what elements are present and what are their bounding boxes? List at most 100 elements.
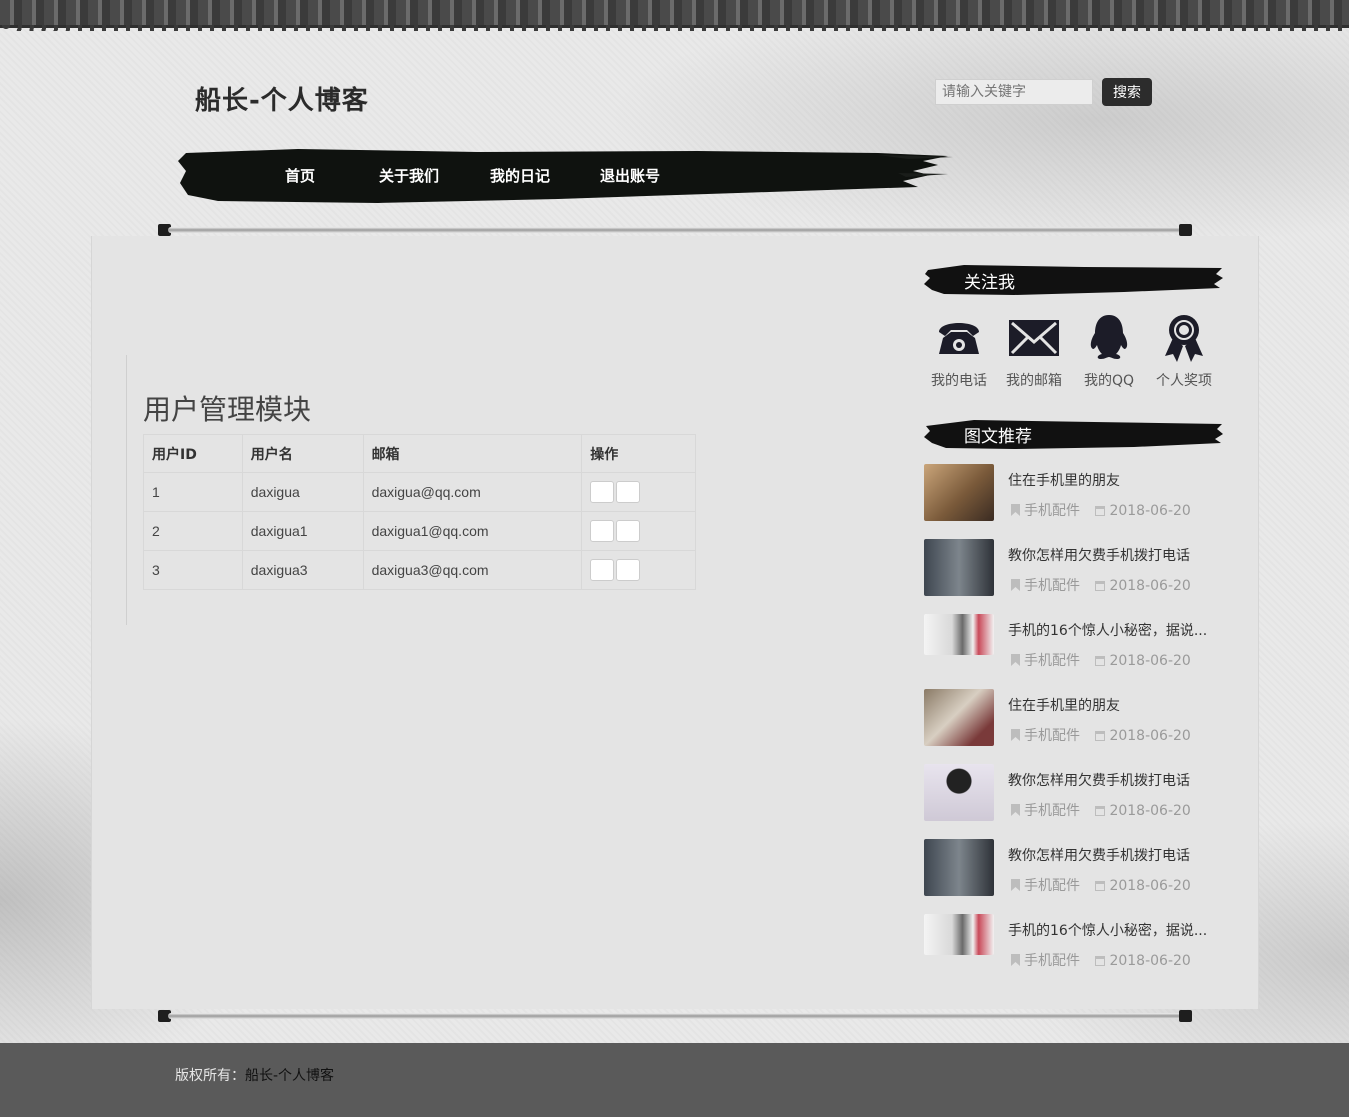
calendar-icon [1095,956,1106,966]
follow-heading-text: 关注我 [964,273,1015,293]
header-username: 用户名 [241,434,364,473]
article-date: 2018-06-20 [1109,878,1191,894]
article-thumbnail[interactable] [924,839,994,896]
article-thumbnail[interactable] [924,764,994,821]
footer-site-name[interactable]: 船长-个人博客 [245,1068,334,1084]
nav-home[interactable]: 首页 [285,165,315,186]
bookmark-icon [1011,504,1020,516]
calendar-icon [1095,881,1106,891]
cell-username: daxigua [241,472,364,512]
cell-email: daxigua3@qq.com [362,550,583,590]
nav-logout[interactable]: 退出账号 [600,165,660,186]
delete-button[interactable] [616,481,641,503]
table-row: 1 daxigua daxigua@qq.com [143,472,696,512]
article-thumbnail[interactable] [924,914,994,955]
article-title[interactable]: 住在手机里的朋友 [1008,695,1213,715]
bookmark-icon [1011,879,1020,891]
article-item[interactable]: 教你怎样用欠费手机拨打电话 手机配件 2018-06-20 [924,764,1224,824]
article-item[interactable]: 教你怎样用欠费手机拨打电话 手机配件 2018-06-20 [924,539,1224,599]
search-button[interactable]: 搜索 [1102,78,1152,106]
bookmark-icon [1011,954,1020,966]
article-item[interactable]: 教你怎样用欠费手机拨打电话 手机配件 2018-06-20 [924,839,1224,899]
article-category: 手机配件 [1024,653,1080,669]
cell-user-id: 1 [143,472,243,512]
article-category: 手机配件 [1024,953,1080,969]
cell-user-id: 3 [143,550,243,590]
cell-user-id: 2 [143,511,243,551]
edit-button[interactable] [590,559,615,581]
table-row: 3 daxigua3 daxigua3@qq.com [143,550,696,590]
contact-label: 我的邮箱 [1006,373,1062,389]
header-user-id: 用户ID [143,434,243,473]
delete-button[interactable] [616,559,641,581]
article-title[interactable]: 教你怎样用欠费手机拨打电话 [1008,845,1213,865]
footer-prefix: 版权所有： [175,1068,245,1084]
bookmark-icon [1011,729,1020,741]
delete-button[interactable] [616,520,641,542]
article-thumbnail[interactable] [924,614,994,655]
article-date: 2018-06-20 [1109,503,1191,519]
article-item[interactable]: 住在手机里的朋友 手机配件 2018-06-20 [924,689,1224,749]
article-title[interactable]: 教你怎样用欠费手机拨打电话 [1008,770,1213,790]
article-date: 2018-06-20 [1109,728,1191,744]
calendar-icon [1095,731,1106,741]
footer: 版权所有：船长-个人博客 [0,1043,1349,1117]
recommend-heading-text: 图文推荐 [964,427,1032,447]
article-category: 手机配件 [1024,578,1080,594]
cell-actions [581,511,696,551]
roof-tile-banner [0,0,1349,31]
phone-icon [939,323,979,354]
main-nav: 首页 关于我们 我的日记 退出账号 [178,147,953,204]
article-category: 手机配件 [1024,728,1080,744]
recommend-heading: 图文推荐 [924,416,1224,450]
article-meta: 手机配件 2018-06-20 [1010,575,1191,595]
user-table: 用户ID 用户名 邮箱 操作 1 daxigua daxigua@qq.com … [143,434,696,590]
search-input[interactable] [935,79,1093,105]
article-title[interactable]: 手机的16个惊人小秘密，据说... [1008,620,1213,640]
edit-button[interactable] [590,520,615,542]
article-meta: 手机配件 2018-06-20 [1010,500,1191,520]
scroll-rod-bottom [158,1010,1192,1022]
article-meta: 手机配件 2018-06-20 [1010,800,1191,820]
nav-about[interactable]: 关于我们 [379,165,439,186]
header-email: 邮箱 [362,434,583,473]
article-meta: 手机配件 2018-06-20 [1010,875,1191,895]
cell-email: daxigua@qq.com [362,472,583,512]
article-thumbnail[interactable] [924,689,994,746]
header-actions: 操作 [581,434,696,473]
contact-phone[interactable]: 我的电话 [924,312,994,390]
follow-heading: 关注我 [924,262,1224,296]
contact-label: 个人奖项 [1156,373,1212,389]
contact-qq[interactable]: 我的QQ [1074,312,1144,390]
article-item[interactable]: 手机的16个惊人小秘密，据说... 手机配件 2018-06-20 [924,614,1224,674]
contact-label: 我的电话 [931,373,987,389]
award-icon [1165,315,1203,362]
cell-email: daxigua1@qq.com [362,511,583,551]
scroll-rod-top [158,224,1192,236]
article-title[interactable]: 教你怎样用欠费手机拨打电话 [1008,545,1213,565]
article-category: 手机配件 [1024,878,1080,894]
article-date: 2018-06-20 [1109,653,1191,669]
contact-mail[interactable]: 我的邮箱 [999,312,1069,390]
cell-actions [581,550,696,590]
article-title[interactable]: 手机的16个惊人小秘密，据说... [1008,920,1213,940]
article-thumbnail[interactable] [924,464,994,521]
article-thumbnail[interactable] [924,539,994,596]
table-row: 2 daxigua1 daxigua1@qq.com [143,511,696,551]
article-item[interactable]: 住在手机里的朋友 手机配件 2018-06-20 [924,464,1224,524]
bookmark-icon [1011,579,1020,591]
article-date: 2018-06-20 [1109,578,1191,594]
edit-button[interactable] [590,481,615,503]
article-item[interactable]: 手机的16个惊人小秘密，据说... 手机配件 2018-06-20 [924,914,1224,974]
nav-diary[interactable]: 我的日记 [490,165,550,186]
calendar-icon [1095,656,1106,666]
cell-username: daxigua3 [241,550,364,590]
contact-award[interactable]: 个人奖项 [1149,312,1219,390]
calendar-icon [1095,581,1106,591]
module-title: 用户管理模块 [143,393,312,426]
calendar-icon [1095,806,1106,816]
table-header-row: 用户ID 用户名 邮箱 操作 [143,434,696,473]
article-title[interactable]: 住在手机里的朋友 [1008,470,1213,490]
article-category: 手机配件 [1024,503,1080,519]
footer-copyright: 版权所有：船长-个人博客 [175,1065,334,1085]
